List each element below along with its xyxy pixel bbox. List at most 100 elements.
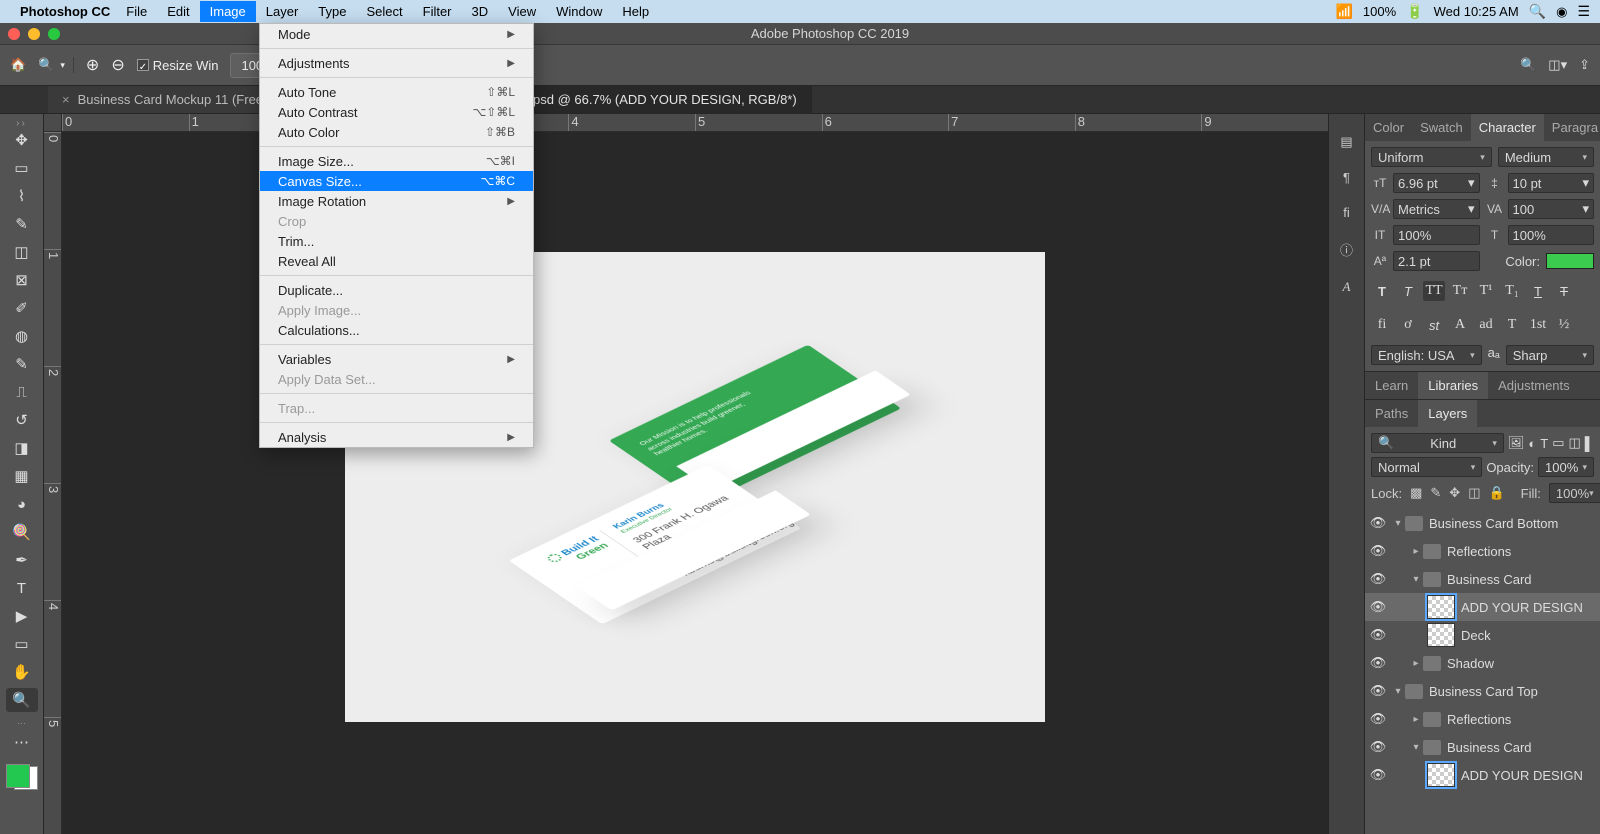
quick-select-tool[interactable]: ✎ xyxy=(6,212,38,236)
visibility-icon[interactable]: 👁 xyxy=(1365,767,1391,783)
menu-duplicate[interactable]: Duplicate... xyxy=(260,280,533,300)
paths-tab[interactable]: Paths xyxy=(1365,400,1418,427)
visibility-icon[interactable]: 👁 xyxy=(1365,739,1391,755)
menu-reveal-all[interactable]: Reveal All xyxy=(260,251,533,271)
gradient-tool[interactable]: ▦ xyxy=(6,464,38,488)
menu-help[interactable]: Help xyxy=(612,1,659,22)
app-name[interactable]: Photoshop CC xyxy=(20,4,110,19)
layer-row[interactable]: 👁▾Business Card xyxy=(1365,733,1600,761)
opacity-input[interactable]: 100%▾ xyxy=(1538,457,1594,477)
control-center-icon[interactable]: ☰ xyxy=(1577,3,1590,20)
filter-adjustment-icon[interactable]: ◐ xyxy=(1528,436,1536,451)
menu-image[interactable]: Image xyxy=(200,1,256,22)
menu-auto-color[interactable]: Auto Color⇧⌘B xyxy=(260,122,533,142)
blur-tool[interactable]: ◕ xyxy=(6,492,38,516)
layer-row[interactable]: 👁ADD YOUR DESIGN xyxy=(1365,761,1600,789)
close-tab-icon[interactable]: × xyxy=(62,92,70,107)
menu-image-rotation[interactable]: Image Rotation xyxy=(260,191,533,211)
visibility-icon[interactable]: 👁 xyxy=(1365,711,1391,727)
filter-toggle[interactable]: ▌ xyxy=(1585,436,1594,451)
hscale-input[interactable]: 100% xyxy=(1508,225,1595,245)
minimize-window[interactable] xyxy=(28,28,40,40)
type-tool[interactable]: T xyxy=(6,576,38,600)
layer-row[interactable]: 👁▸Reflections xyxy=(1365,705,1600,733)
antialias-dropdown[interactable]: Sharp▾ xyxy=(1506,345,1594,365)
contextual-button[interactable]: ơ xyxy=(1397,315,1419,335)
menu-calculations[interactable]: Calculations... xyxy=(260,320,533,340)
crop-tool[interactable]: ◫ xyxy=(6,240,38,264)
layer-filter-kind[interactable]: 🔍Kind▾ xyxy=(1371,433,1504,453)
lasso-tool[interactable]: ⌇ xyxy=(6,184,38,208)
marquee-tool[interactable]: ▭ xyxy=(6,156,38,180)
italic-button[interactable]: T xyxy=(1397,281,1419,301)
font-size-input[interactable]: 6.96 pt▾ xyxy=(1393,173,1480,193)
dodge-tool[interactable]: 🍭 xyxy=(6,520,38,544)
siri-icon[interactable]: ◉ xyxy=(1556,4,1567,20)
filter-shape-icon[interactable]: ▭ xyxy=(1552,435,1564,451)
menu-auto-tone[interactable]: Auto Tone⇧⌘L xyxy=(260,82,533,102)
layer-row[interactable]: 👁▾Business Card xyxy=(1365,565,1600,593)
history-brush-tool[interactable]: ↺ xyxy=(6,408,38,432)
layer-row[interactable]: 👁▾Business Card Top xyxy=(1365,677,1600,705)
wifi-icon[interactable]: 📶 xyxy=(1335,3,1352,20)
tracking-input[interactable]: 100▾ xyxy=(1508,199,1595,219)
menu-window[interactable]: Window xyxy=(546,1,612,22)
stylistic-button[interactable]: ad xyxy=(1475,315,1497,335)
visibility-icon[interactable]: 👁 xyxy=(1365,571,1391,587)
lock-position-icon[interactable]: ✥ xyxy=(1449,485,1460,501)
font-weight-dropdown[interactable]: Medium▾ xyxy=(1498,147,1594,167)
color-tab[interactable]: Color xyxy=(1365,114,1412,141)
layers-tab[interactable]: Layers xyxy=(1418,400,1477,427)
menu-variables[interactable]: Variables xyxy=(260,349,533,369)
lock-all-icon[interactable]: 🔒 xyxy=(1488,485,1504,501)
lock-paint-icon[interactable]: ✎ xyxy=(1430,485,1441,501)
pen-tool[interactable]: ✒ xyxy=(6,548,38,572)
layer-row[interactable]: 👁▾Business Card Bottom xyxy=(1365,509,1600,537)
battery-icon[interactable]: 🔋 xyxy=(1406,3,1423,20)
edit-toolbar[interactable]: ⋯ xyxy=(6,730,38,754)
resize-windows-checkbox[interactable]: Resize Win xyxy=(137,58,219,73)
ruler-horizontal[interactable]: 0123456789 xyxy=(62,114,1328,132)
workspace-icon[interactable]: ◫▾ xyxy=(1548,57,1567,73)
smallcaps-button[interactable]: Tᴛ xyxy=(1449,281,1471,301)
maximize-window[interactable] xyxy=(48,28,60,40)
filter-type-icon[interactable]: T xyxy=(1540,436,1548,451)
healing-tool[interactable]: ◍ xyxy=(6,324,38,348)
titling-button[interactable]: T xyxy=(1501,315,1523,335)
clock[interactable]: Wed 10:25 AM xyxy=(1434,4,1519,19)
paragraph-panel-icon[interactable]: ¶ xyxy=(1343,170,1350,185)
zoom-tool-icon[interactable]: 🔍 xyxy=(38,57,54,73)
frame-tool[interactable]: ⊠ xyxy=(6,268,38,292)
ruler-origin[interactable] xyxy=(44,114,62,132)
bold-button[interactable]: T xyxy=(1371,281,1393,301)
menu-analysis[interactable]: Analysis xyxy=(260,427,533,447)
leading-input[interactable]: 10 pt▾ xyxy=(1508,173,1595,193)
fractions-button[interactable]: ½ xyxy=(1553,315,1575,335)
adjustments-tab[interactable]: Adjustments xyxy=(1488,372,1580,399)
visibility-icon[interactable]: 👁 xyxy=(1365,599,1391,615)
visibility-icon[interactable]: 👁 xyxy=(1365,515,1391,531)
menu-select[interactable]: Select xyxy=(356,1,412,22)
ruler-vertical[interactable]: 012345 xyxy=(44,132,62,834)
canvas[interactable]: Our Mission is to help professionals acr… xyxy=(62,132,1328,834)
layer-row[interactable]: 👁▸Reflections xyxy=(1365,537,1600,565)
menu-image-size[interactable]: Image Size...⌥⌘I xyxy=(260,151,533,171)
baseline-input[interactable]: 2.1 pt xyxy=(1393,251,1480,271)
underline-button[interactable]: T xyxy=(1527,281,1549,301)
language-dropdown[interactable]: English: USA▾ xyxy=(1371,345,1482,365)
menu-edit[interactable]: Edit xyxy=(157,1,199,22)
ligatures-button[interactable]: fi xyxy=(1371,315,1393,335)
menu-mode[interactable]: Mode xyxy=(260,24,533,44)
kerning-input[interactable]: Metrics▾ xyxy=(1393,199,1480,219)
brush-tool[interactable]: ✎ xyxy=(6,352,38,376)
visibility-icon[interactable]: 👁 xyxy=(1365,627,1391,643)
foreground-color[interactable] xyxy=(6,764,30,788)
spotlight-icon[interactable]: 🔍 xyxy=(1529,3,1546,20)
text-color-swatch[interactable] xyxy=(1546,253,1594,269)
layer-row[interactable]: 👁Deck xyxy=(1365,621,1600,649)
info-panel-icon[interactable]: ⓘ xyxy=(1340,240,1353,259)
shape-tool[interactable]: ▭ xyxy=(6,632,38,656)
filter-smart-icon[interactable]: ◫ xyxy=(1568,435,1580,451)
learn-tab[interactable]: Learn xyxy=(1365,372,1418,399)
menu-3d[interactable]: 3D xyxy=(462,1,499,22)
